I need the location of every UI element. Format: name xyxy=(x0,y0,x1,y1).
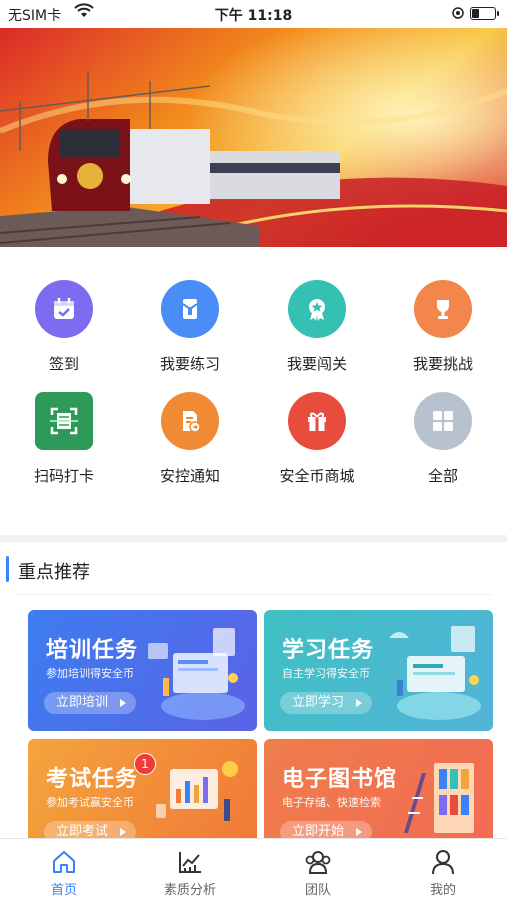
tab-analysis[interactable]: 素质分析 xyxy=(140,847,240,898)
user-icon xyxy=(393,847,493,877)
grid-label: 安全币商城 xyxy=(279,467,355,485)
grid-label: 我要练习 xyxy=(159,355,220,373)
card-title: 学习任务 xyxy=(282,638,375,663)
section-header: 重点推荐 xyxy=(0,545,507,593)
start-exam-button[interactable]: 立即考试 xyxy=(44,821,137,838)
status-bar: 无SIM卡 下午 11:18 xyxy=(0,0,507,28)
grid-item-scan[interactable]: 扫码打卡 xyxy=(4,392,124,486)
card-subtitle: 参加培训得安全币 xyxy=(46,667,134,680)
chart-icon xyxy=(140,847,240,877)
trophy-icon xyxy=(414,280,472,338)
tab-home[interactable]: 首页 xyxy=(14,847,114,898)
card-title: 考试任务 xyxy=(46,767,139,792)
grid-item-notice[interactable]: 安控通知 xyxy=(130,392,250,486)
grid-item-level[interactable]: 我要闯关 xyxy=(257,280,377,374)
grid-item-all[interactable]: 全部 xyxy=(383,392,503,486)
button-label: 立即开始 xyxy=(292,824,345,838)
battery-icon xyxy=(470,7,499,20)
start-training-button[interactable]: 立即培训 xyxy=(44,692,137,714)
section-title: 重点推荐 xyxy=(18,562,90,583)
grid-item-practice[interactable]: 我要练习 xyxy=(130,280,250,374)
arrow-right-icon xyxy=(120,828,127,836)
tab-label: 素质分析 xyxy=(163,883,216,898)
tab-label: 团队 xyxy=(304,883,331,898)
medal-icon xyxy=(288,280,346,338)
clock: 下午 11:18 xyxy=(214,8,293,24)
tab-label: 首页 xyxy=(50,883,77,898)
training-illustration xyxy=(148,628,245,720)
home-icon xyxy=(14,847,114,877)
exam-illustration xyxy=(156,761,238,821)
calendar-check-icon xyxy=(35,280,93,338)
all-grid-icon xyxy=(414,392,472,450)
banner-image[interactable] xyxy=(0,11,507,247)
notice-doc-icon xyxy=(161,392,219,450)
tab-team[interactable]: 团队 xyxy=(268,847,368,898)
grid-label: 安控通知 xyxy=(159,467,220,485)
start-study-button[interactable]: 立即学习 xyxy=(280,692,373,714)
card-title: 电子图书馆 xyxy=(282,767,398,792)
section-separator xyxy=(16,594,491,595)
button-label: 立即学习 xyxy=(292,695,345,710)
grid-item-sign-in[interactable]: 签到 xyxy=(4,280,124,374)
scan-icon xyxy=(35,392,93,450)
button-label: 立即培训 xyxy=(56,695,109,710)
orientation-lock-icon xyxy=(452,7,464,23)
notebook-icon xyxy=(161,280,219,338)
library-illustration xyxy=(404,763,474,833)
bottom-tab-bar: 首页 素质分析 团队 我的 xyxy=(0,838,507,901)
tab-label: 我的 xyxy=(429,883,456,898)
card-exam[interactable]: 考试任务 1 参加考试赢安全币 立即考试 xyxy=(28,739,257,838)
gift-icon xyxy=(288,392,346,450)
grid-label: 签到 xyxy=(48,355,79,373)
section-accent-bar xyxy=(6,556,9,582)
card-subtitle: 参加考试赢安全币 xyxy=(46,796,134,809)
start-library-button[interactable]: 立即开始 xyxy=(280,821,373,838)
button-label: 立即考试 xyxy=(56,824,109,838)
card-study[interactable]: 学习任务 自主学习得安全币 立即学习 xyxy=(264,610,493,731)
section-divider xyxy=(0,535,507,542)
notification-badge: 1 xyxy=(134,753,156,775)
grid-item-mall[interactable]: 安全币商城 xyxy=(257,392,377,486)
grid-label: 扫码打卡 xyxy=(33,467,94,485)
grid-label: 我要闯关 xyxy=(286,355,347,373)
study-illustration xyxy=(389,626,481,720)
arrow-right-icon xyxy=(356,828,363,836)
arrow-right-icon xyxy=(356,699,363,707)
card-library[interactable]: 电子图书馆 电子存储、快速检索 立即开始 xyxy=(264,739,493,838)
card-title: 培训任务 xyxy=(46,638,139,663)
team-icon xyxy=(268,847,368,877)
arrow-right-icon xyxy=(120,699,127,707)
card-training[interactable]: 培训任务 参加培训得安全币 立即培训 xyxy=(28,610,257,731)
grid-item-challenge[interactable]: 我要挑战 xyxy=(383,280,503,374)
grid-label: 全部 xyxy=(427,467,458,485)
card-subtitle: 自主学习得安全币 xyxy=(282,667,370,680)
grid-label: 我要挑战 xyxy=(412,355,473,373)
card-subtitle: 电子存储、快速检索 xyxy=(282,796,381,809)
tab-mine[interactable]: 我的 xyxy=(393,847,493,898)
